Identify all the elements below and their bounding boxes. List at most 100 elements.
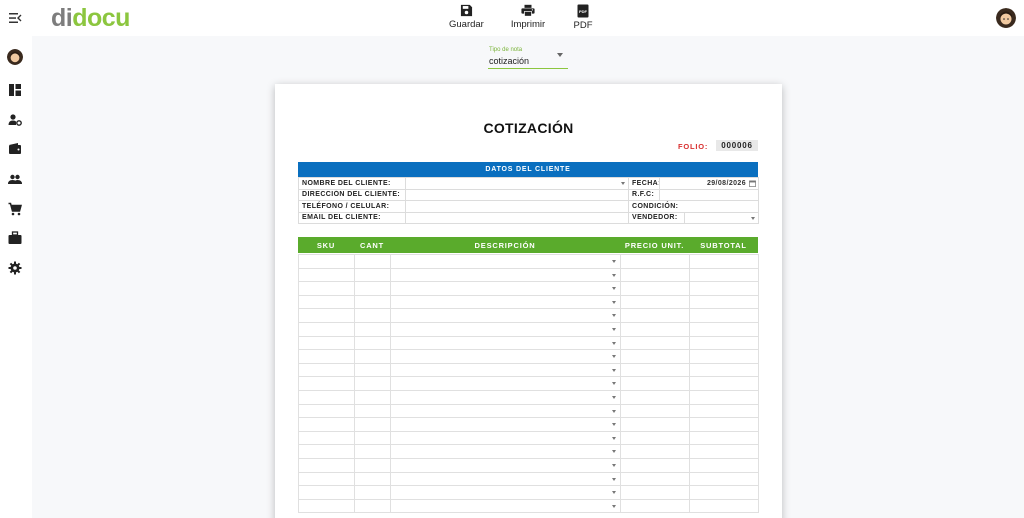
qty-cell[interactable] bbox=[354, 457, 391, 473]
subtotal-cell[interactable] bbox=[689, 294, 759, 310]
qty-cell[interactable] bbox=[354, 403, 391, 419]
sku-cell[interactable] bbox=[298, 444, 355, 459]
subtotal-cell[interactable] bbox=[689, 362, 759, 378]
qty-cell[interactable] bbox=[354, 417, 391, 432]
qty-cell[interactable] bbox=[354, 430, 391, 446]
subtotal-cell[interactable] bbox=[689, 457, 759, 473]
description-cell[interactable] bbox=[390, 403, 621, 419]
sidebar-item-people[interactable] bbox=[8, 172, 22, 186]
sku-cell[interactable] bbox=[298, 389, 355, 405]
menu-collapse-icon[interactable] bbox=[7, 10, 23, 26]
sku-cell[interactable] bbox=[298, 294, 355, 310]
qty-cell[interactable] bbox=[354, 485, 391, 500]
subtotal-cell[interactable] bbox=[689, 485, 759, 500]
client-name-select[interactable] bbox=[405, 177, 629, 190]
description-cell[interactable] bbox=[390, 457, 621, 473]
unit-price-cell[interactable] bbox=[620, 335, 690, 351]
sku-cell[interactable] bbox=[298, 417, 355, 432]
qty-cell[interactable] bbox=[354, 281, 391, 296]
subtotal-cell[interactable] bbox=[689, 308, 759, 323]
seller-select[interactable] bbox=[684, 212, 758, 223]
app-logo[interactable]: didocu bbox=[51, 4, 130, 33]
description-cell[interactable] bbox=[390, 376, 621, 391]
address-input[interactable] bbox=[405, 188, 629, 201]
sku-cell[interactable] bbox=[298, 335, 355, 351]
subtotal-cell[interactable] bbox=[689, 417, 759, 432]
description-cell[interactable] bbox=[390, 471, 621, 487]
unit-price-cell[interactable] bbox=[620, 389, 690, 405]
description-cell[interactable] bbox=[390, 417, 621, 432]
unit-price-cell[interactable] bbox=[620, 349, 690, 364]
qty-cell[interactable] bbox=[354, 335, 391, 351]
subtotal-cell[interactable] bbox=[689, 281, 759, 296]
unit-price-cell[interactable] bbox=[620, 498, 690, 514]
description-cell[interactable] bbox=[390, 444, 621, 459]
unit-price-cell[interactable] bbox=[620, 267, 690, 283]
phone-input[interactable] bbox=[405, 200, 629, 213]
description-cell[interactable] bbox=[390, 349, 621, 364]
rfc-input[interactable] bbox=[659, 188, 759, 201]
qty-cell[interactable] bbox=[354, 389, 391, 405]
sku-cell[interactable] bbox=[298, 349, 355, 364]
print-button[interactable]: Imprimir bbox=[509, 4, 547, 30]
subtotal-cell[interactable] bbox=[689, 376, 759, 391]
sku-cell[interactable] bbox=[298, 471, 355, 487]
sidebar-item-briefcase[interactable] bbox=[8, 231, 22, 245]
sidebar-item-wallet[interactable] bbox=[8, 142, 22, 156]
qty-cell[interactable] bbox=[354, 498, 391, 514]
qty-cell[interactable] bbox=[354, 308, 391, 323]
sku-cell[interactable] bbox=[298, 403, 355, 419]
qty-cell[interactable] bbox=[354, 471, 391, 487]
sku-cell[interactable] bbox=[298, 430, 355, 446]
description-cell[interactable] bbox=[390, 498, 621, 514]
description-cell[interactable] bbox=[390, 321, 621, 337]
email-input[interactable] bbox=[405, 211, 629, 224]
sidebar-item-dashboard[interactable] bbox=[8, 83, 22, 97]
unit-price-cell[interactable] bbox=[620, 403, 690, 419]
date-input[interactable]: 29/08/2026 bbox=[659, 177, 759, 190]
sku-cell[interactable] bbox=[298, 321, 355, 337]
unit-price-cell[interactable] bbox=[620, 457, 690, 473]
sku-cell[interactable] bbox=[298, 457, 355, 473]
description-cell[interactable] bbox=[390, 254, 621, 269]
sidebar-item-settings[interactable] bbox=[8, 261, 22, 275]
description-cell[interactable] bbox=[390, 267, 621, 283]
subtotal-cell[interactable] bbox=[689, 267, 759, 283]
sidebar-item-user-settings[interactable] bbox=[8, 113, 22, 127]
pdf-button[interactable]: PDF PDF bbox=[571, 4, 595, 31]
description-cell[interactable] bbox=[390, 294, 621, 310]
qty-cell[interactable] bbox=[354, 254, 391, 269]
unit-price-cell[interactable] bbox=[620, 308, 690, 323]
unit-price-cell[interactable] bbox=[620, 417, 690, 432]
sku-cell[interactable] bbox=[298, 485, 355, 500]
sku-cell[interactable] bbox=[298, 376, 355, 391]
save-button[interactable]: Guardar bbox=[449, 4, 484, 30]
unit-price-cell[interactable] bbox=[620, 444, 690, 459]
sku-cell[interactable] bbox=[298, 281, 355, 296]
subtotal-cell[interactable] bbox=[689, 403, 759, 419]
unit-price-cell[interactable] bbox=[620, 362, 690, 378]
subtotal-cell[interactable] bbox=[689, 430, 759, 446]
unit-price-cell[interactable] bbox=[620, 254, 690, 269]
sku-cell[interactable] bbox=[298, 498, 355, 514]
description-cell[interactable] bbox=[390, 485, 621, 500]
description-cell[interactable] bbox=[390, 430, 621, 446]
qty-cell[interactable] bbox=[354, 444, 391, 459]
qty-cell[interactable] bbox=[354, 362, 391, 378]
unit-price-cell[interactable] bbox=[620, 471, 690, 487]
description-cell[interactable] bbox=[390, 335, 621, 351]
description-cell[interactable] bbox=[390, 362, 621, 378]
sku-cell[interactable] bbox=[298, 362, 355, 378]
subtotal-cell[interactable] bbox=[689, 389, 759, 405]
subtotal-cell[interactable] bbox=[689, 498, 759, 514]
qty-cell[interactable] bbox=[354, 267, 391, 283]
qty-cell[interactable] bbox=[354, 294, 391, 310]
subtotal-cell[interactable] bbox=[689, 321, 759, 337]
sku-cell[interactable] bbox=[298, 254, 355, 269]
user-avatar[interactable] bbox=[996, 8, 1016, 28]
sku-cell[interactable] bbox=[298, 308, 355, 323]
subtotal-cell[interactable] bbox=[689, 254, 759, 269]
description-cell[interactable] bbox=[390, 281, 621, 296]
sku-cell[interactable] bbox=[298, 267, 355, 283]
description-cell[interactable] bbox=[390, 308, 621, 323]
